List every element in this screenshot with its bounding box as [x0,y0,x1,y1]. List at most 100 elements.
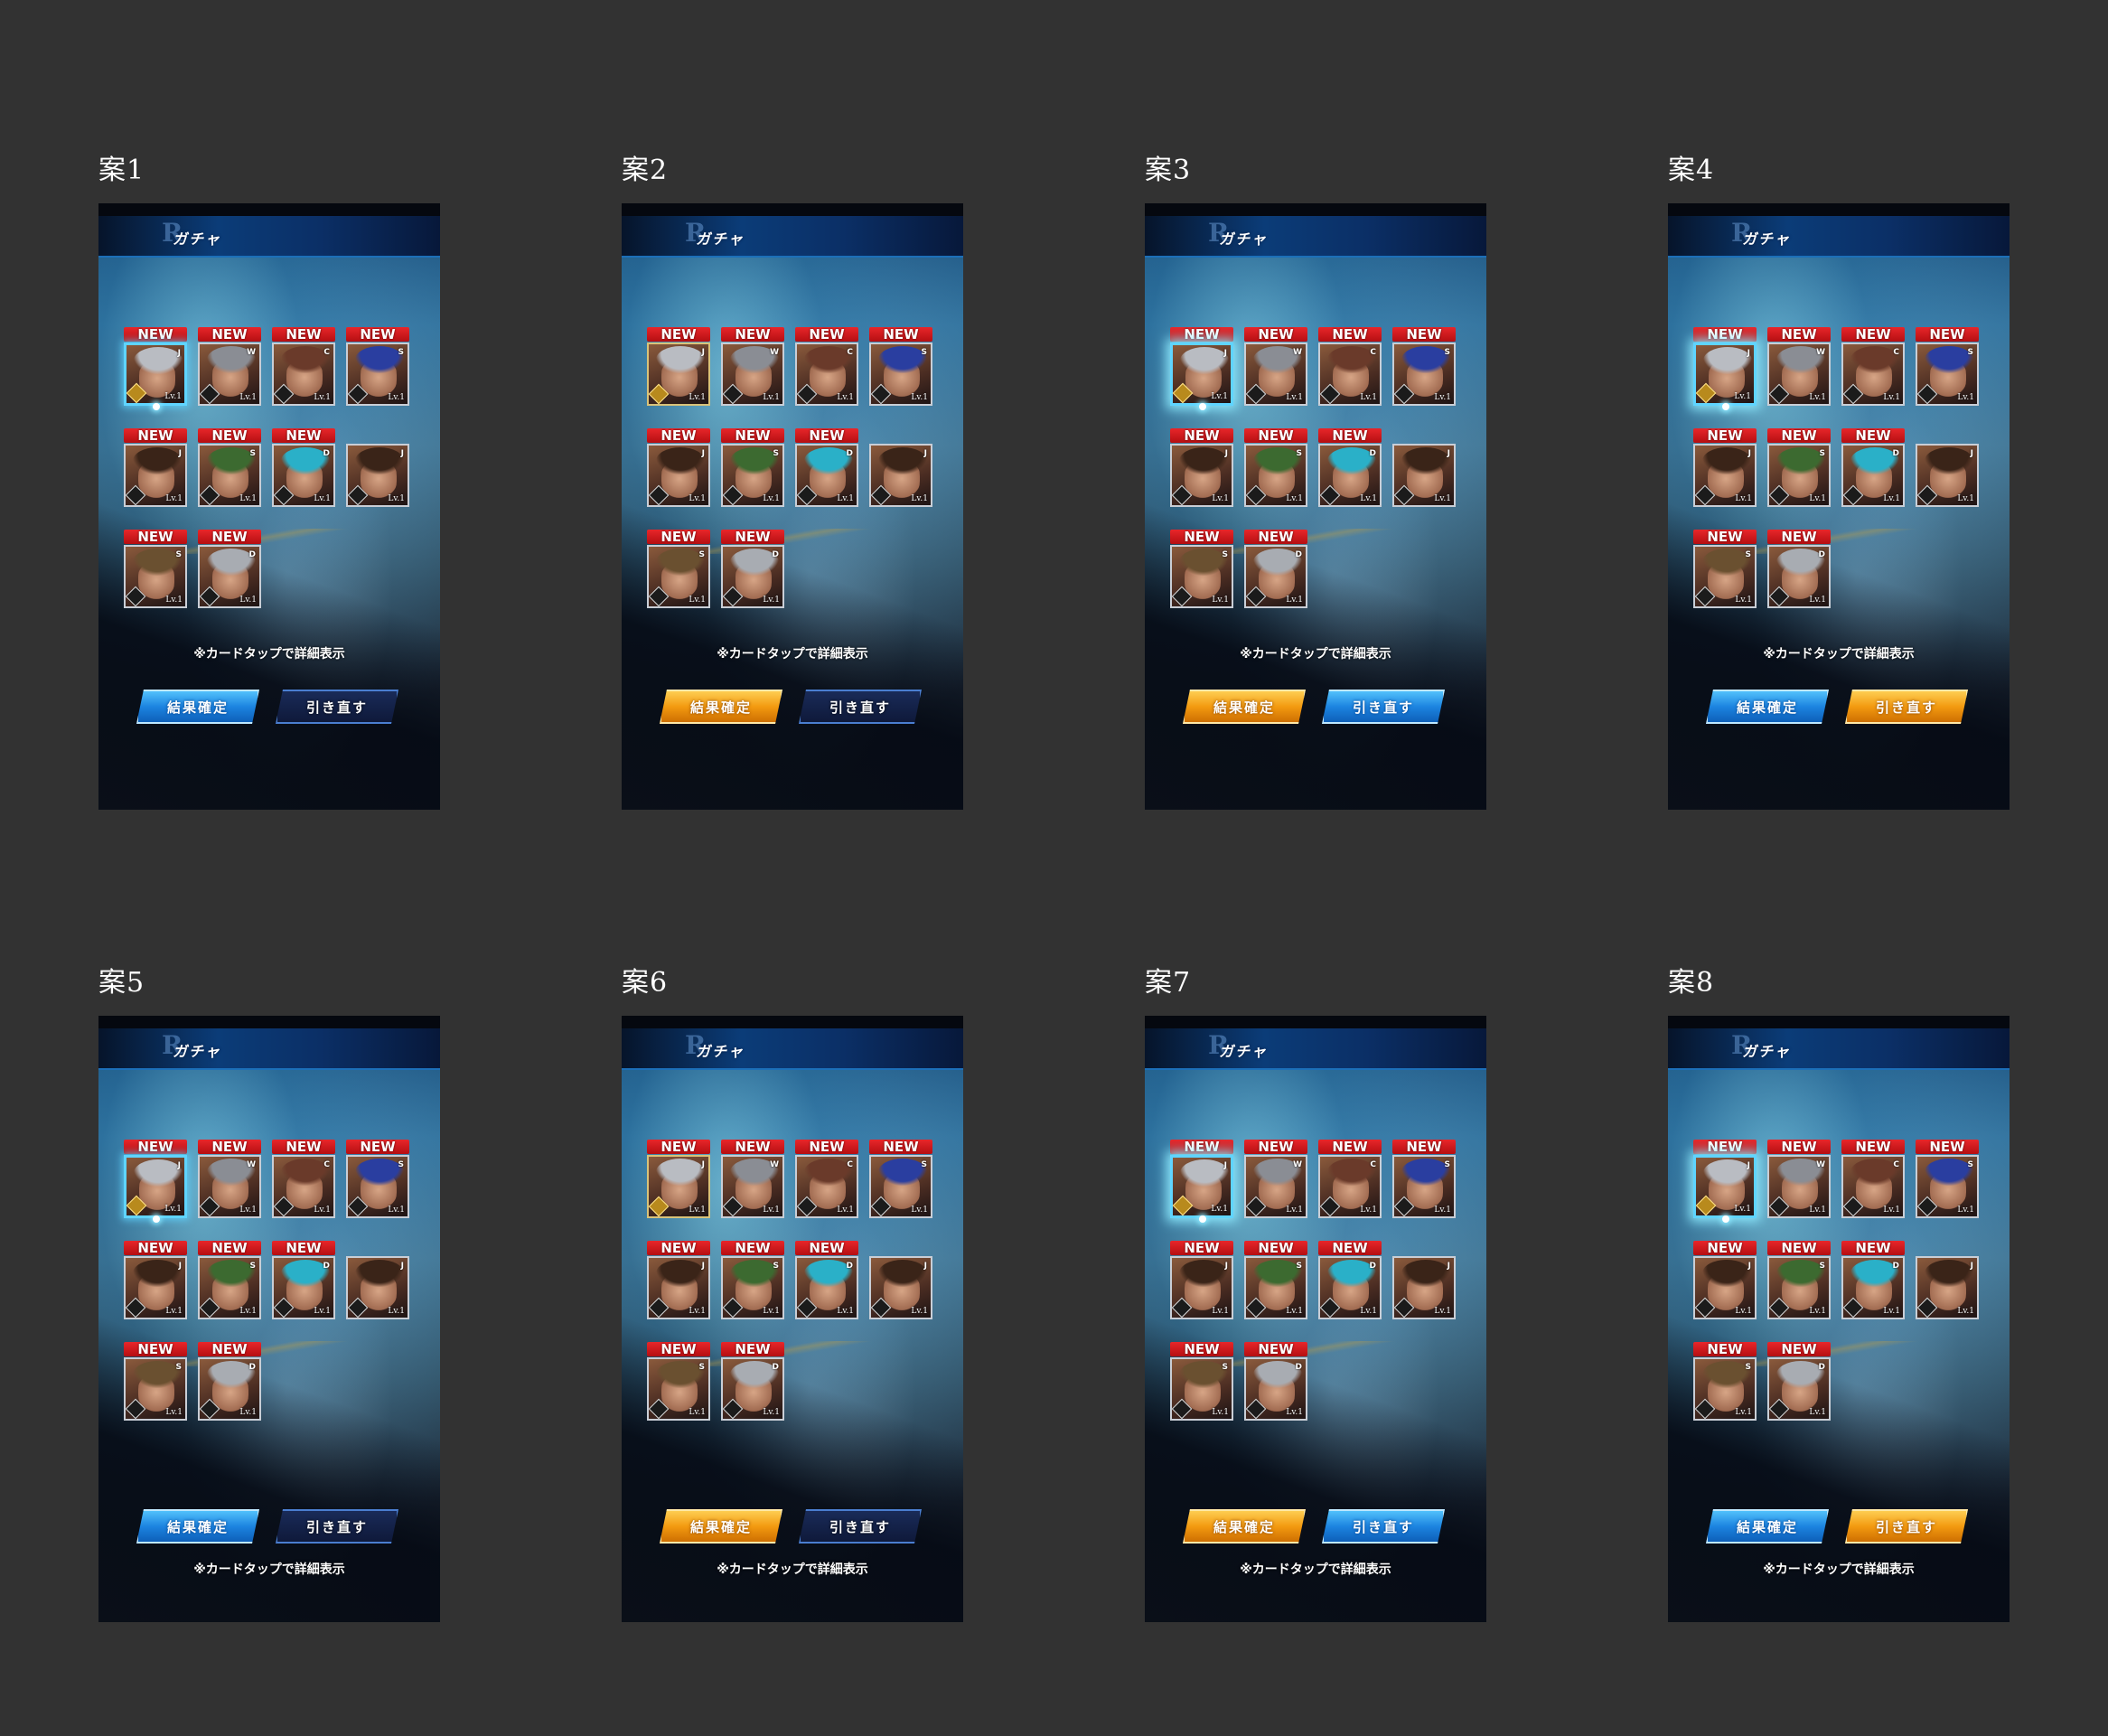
character-card[interactable]: S Lv.1 [346,343,409,406]
confirm-result-button[interactable]: 結果確定 [136,690,259,724]
character-card[interactable]: D Lv.1 [1244,1357,1307,1421]
character-card[interactable]: J Lv.1 [124,343,187,410]
character-card[interactable]: J Lv.1 [124,1155,187,1223]
character-card[interactable]: C Lv.1 [795,1155,858,1218]
character-card[interactable]: S Lv.1 [869,343,932,406]
attribute-icon: J [177,1161,181,1170]
character-card[interactable]: J Lv.1 [1170,1256,1233,1319]
redraw-button[interactable]: 引き直す [799,1509,922,1544]
character-card[interactable]: W Lv.1 [1244,1155,1307,1218]
confirm-result-button[interactable]: 結果確定 [136,1509,259,1544]
character-card[interactable]: J Lv.1 [1170,444,1233,507]
character-card[interactable]: C Lv.1 [1841,1155,1905,1218]
character-card[interactable]: S Lv.1 [1916,1155,1979,1218]
character-card[interactable]: J Lv.1 [869,444,932,507]
character-card[interactable]: W Lv.1 [721,1155,784,1218]
character-card[interactable]: J Lv.1 [1693,343,1757,410]
character-card[interactable]: D Lv.1 [1767,545,1831,608]
character-card[interactable]: J Lv.1 [647,444,710,507]
character-card[interactable]: C Lv.1 [1841,343,1905,406]
character-card[interactable]: J Lv.1 [1693,1155,1757,1223]
character-card[interactable]: D Lv.1 [1244,545,1307,608]
character-card[interactable]: S Lv.1 [1693,545,1757,608]
character-card[interactable]: S Lv.1 [198,444,261,507]
character-card[interactable]: D Lv.1 [272,1256,335,1319]
character-card[interactable]: D Lv.1 [1767,1357,1831,1421]
character-card[interactable]: S Lv.1 [721,1256,784,1319]
character-card[interactable]: J Lv.1 [1916,444,1979,507]
attribute-icon: J [178,449,182,458]
character-card[interactable]: J Lv.1 [869,1256,932,1319]
redraw-button[interactable]: 引き直す [1845,690,1968,724]
character-card[interactable]: C Lv.1 [272,343,335,406]
character-card[interactable]: W Lv.1 [1244,343,1307,406]
character-card[interactable]: J Lv.1 [647,343,710,406]
redraw-button[interactable]: 引き直す [1845,1509,1968,1544]
character-card[interactable]: J Lv.1 [1392,1256,1456,1319]
character-card[interactable]: D Lv.1 [1318,1256,1382,1319]
character-card[interactable]: S Lv.1 [1392,343,1456,406]
redraw-button[interactable]: 引き直す [276,1509,398,1544]
character-card[interactable]: D Lv.1 [721,1357,784,1421]
character-card[interactable]: J Lv.1 [346,444,409,507]
character-card[interactable]: D Lv.1 [721,545,784,608]
character-card[interactable]: S Lv.1 [124,545,187,608]
character-card[interactable]: D Lv.1 [1841,1256,1905,1319]
character-card[interactable]: J Lv.1 [1170,1155,1233,1223]
character-card[interactable]: S Lv.1 [1244,1256,1307,1319]
character-card[interactable]: J Lv.1 [124,1256,187,1319]
character-card[interactable]: S Lv.1 [647,545,710,608]
character-card[interactable]: J Lv.1 [1693,1256,1757,1319]
character-card[interactable]: S Lv.1 [1693,1357,1757,1421]
character-card[interactable]: W Lv.1 [198,343,261,406]
character-card[interactable]: C Lv.1 [1318,343,1382,406]
character-card[interactable]: S Lv.1 [124,1357,187,1421]
redraw-button[interactable]: 引き直す [799,690,922,724]
character-card[interactable]: S Lv.1 [1392,1155,1456,1218]
confirm-result-button[interactable]: 結果確定 [660,690,782,724]
character-card[interactable]: J Lv.1 [647,1256,710,1319]
character-card[interactable]: J Lv.1 [1392,444,1456,507]
redraw-button[interactable]: 引き直す [1322,1509,1445,1544]
character-card[interactable]: C Lv.1 [1318,1155,1382,1218]
character-card[interactable]: J Lv.1 [1916,1256,1979,1319]
character-card[interactable]: W Lv.1 [721,343,784,406]
character-card[interactable]: S Lv.1 [1170,545,1233,608]
confirm-result-button[interactable]: 結果確定 [1183,690,1306,724]
character-card[interactable]: J Lv.1 [647,1155,710,1218]
character-card[interactable]: S Lv.1 [1170,1357,1233,1421]
confirm-result-button[interactable]: 結果確定 [1706,1509,1829,1544]
character-card[interactable]: D Lv.1 [1318,444,1382,507]
character-card[interactable]: S Lv.1 [1916,343,1979,406]
confirm-result-button[interactable]: 結果確定 [1183,1509,1306,1544]
card-level: Lv.1 [1286,1408,1303,1417]
character-card[interactable]: D Lv.1 [795,1256,858,1319]
character-card[interactable]: S Lv.1 [1767,1256,1831,1319]
character-card[interactable]: D Lv.1 [272,444,335,507]
card-level: Lv.1 [314,393,331,402]
confirm-result-button[interactable]: 結果確定 [660,1509,782,1544]
character-card[interactable]: S Lv.1 [721,444,784,507]
character-card[interactable]: W Lv.1 [1767,343,1831,406]
character-card[interactable]: C Lv.1 [272,1155,335,1218]
redraw-button[interactable]: 引き直す [276,690,398,724]
character-card[interactable]: J Lv.1 [1170,343,1233,410]
character-card[interactable]: W Lv.1 [198,1155,261,1218]
character-card[interactable]: J Lv.1 [346,1256,409,1319]
confirm-result-button[interactable]: 結果確定 [1706,690,1829,724]
character-card[interactable]: J Lv.1 [124,444,187,507]
character-card[interactable]: D Lv.1 [198,545,261,608]
character-card[interactable]: S Lv.1 [198,1256,261,1319]
character-card[interactable]: D Lv.1 [198,1357,261,1421]
character-card[interactable]: S Lv.1 [346,1155,409,1218]
character-card[interactable]: S Lv.1 [647,1357,710,1421]
character-card[interactable]: S Lv.1 [1244,444,1307,507]
character-card[interactable]: S Lv.1 [869,1155,932,1218]
redraw-button[interactable]: 引き直す [1322,690,1445,724]
character-card[interactable]: S Lv.1 [1767,444,1831,507]
character-card[interactable]: J Lv.1 [1693,444,1757,507]
character-card[interactable]: D Lv.1 [795,444,858,507]
character-card[interactable]: C Lv.1 [795,343,858,406]
character-card[interactable]: D Lv.1 [1841,444,1905,507]
character-card[interactable]: W Lv.1 [1767,1155,1831,1218]
